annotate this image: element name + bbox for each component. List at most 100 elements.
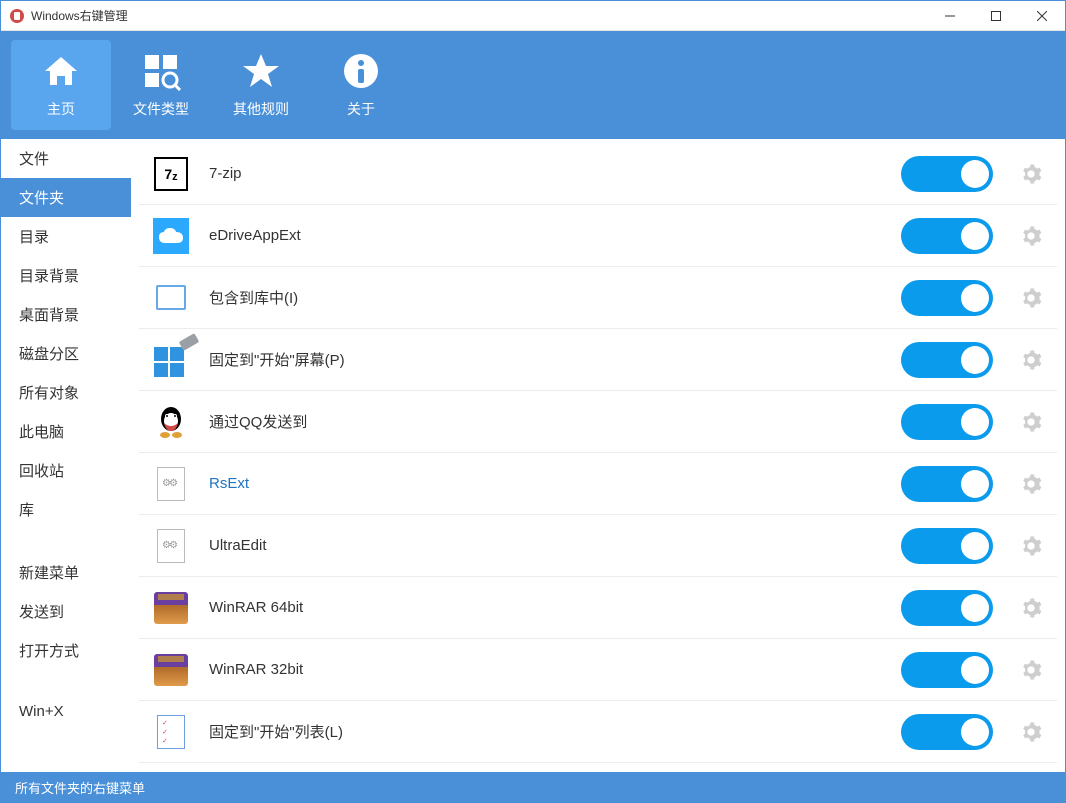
7zip-icon: 7z	[154, 157, 188, 191]
sidebar-item-label: Win+X	[19, 703, 64, 720]
enable-toggle[interactable]	[901, 466, 993, 502]
sidebar-item-label: 所有对象	[19, 385, 79, 402]
enable-toggle[interactable]	[901, 342, 993, 378]
settings-gear-icon[interactable]	[1019, 596, 1043, 620]
settings-gear-icon[interactable]	[1019, 286, 1043, 310]
sidebar-item-label: 回收站	[19, 463, 64, 480]
item-icon-wrap	[153, 466, 189, 502]
list-item: 固定到"开始"列表(L)	[139, 701, 1057, 763]
list-item: WinRAR 64bit	[139, 577, 1057, 639]
item-label: eDriveAppExt	[209, 227, 901, 244]
sidebar-item-file[interactable]: 文件	[1, 139, 131, 178]
item-list[interactable]: 7z 7-zip eDriveAppExt 包含到库中(I) 固定到"开始"屏幕(P) 通…	[131, 139, 1065, 772]
sidebar-item-all-objects[interactable]: 所有对象	[1, 373, 131, 412]
maximize-button[interactable]	[973, 1, 1019, 31]
status-bar: 所有文件夹的右键菜单	[1, 772, 1065, 802]
nav-about-label: 关于	[347, 99, 375, 119]
item-icon-wrap	[153, 590, 189, 626]
settings-gear-icon[interactable]	[1019, 534, 1043, 558]
enable-toggle[interactable]	[901, 652, 993, 688]
qq-icon	[154, 405, 188, 439]
settings-gear-icon[interactable]	[1019, 348, 1043, 372]
app-window: Windows右键管理 主页	[0, 0, 1066, 803]
enable-toggle[interactable]	[901, 590, 993, 626]
item-icon-wrap: 7z	[153, 156, 189, 192]
sidebar-item-winx[interactable]: Win+X	[1, 694, 131, 729]
item-label: RsExt	[209, 475, 901, 492]
window-title: Windows右键管理	[31, 7, 927, 24]
sidebar-item-label: 文件	[19, 151, 49, 168]
close-button[interactable]	[1019, 1, 1065, 31]
pin-start-icon	[154, 343, 188, 377]
list-item: eDriveAppExt	[139, 205, 1057, 267]
checklist-icon	[157, 715, 185, 749]
nav-home-label: 主页	[47, 99, 75, 119]
toggle-knob	[961, 656, 989, 684]
star-icon	[241, 51, 281, 91]
settings-gear-icon[interactable]	[1019, 658, 1043, 682]
sidebar-item-directory[interactable]: 目录	[1, 217, 131, 256]
item-label: WinRAR 32bit	[209, 661, 901, 678]
settings-gear-icon[interactable]	[1019, 472, 1043, 496]
dll-icon	[157, 467, 185, 501]
nav-home[interactable]: 主页	[11, 40, 111, 130]
nav-file-types-label: 文件类型	[133, 99, 189, 119]
toggle-knob	[961, 408, 989, 436]
toggle-knob	[961, 284, 989, 312]
sidebar-item-label: 新建菜单	[19, 565, 79, 582]
toggle-knob	[961, 346, 989, 374]
sidebar-item-library[interactable]: 库	[1, 490, 131, 529]
toggle-knob	[961, 222, 989, 250]
sidebar-item-open-with[interactable]: 打开方式	[1, 631, 131, 670]
grid-search-icon	[141, 51, 181, 91]
nav-about[interactable]: 关于	[311, 40, 411, 130]
list-item: 包含到库中(I)	[139, 267, 1057, 329]
toggle-knob	[961, 160, 989, 188]
app-icon	[9, 8, 25, 24]
item-label: 7-zip	[209, 165, 901, 182]
settings-gear-icon[interactable]	[1019, 410, 1043, 434]
item-icon-wrap	[153, 404, 189, 440]
item-label: WinRAR 64bit	[209, 599, 901, 616]
sidebar-item-desktop-bg[interactable]: 桌面背景	[1, 295, 131, 334]
body: 文件 文件夹 目录 目录背景 桌面背景 磁盘分区 所有对象 此电脑 回收站 库 …	[1, 139, 1065, 772]
nav-other-rules-label: 其他规则	[233, 99, 289, 119]
item-icon-wrap	[153, 280, 189, 316]
item-icon-wrap	[153, 714, 189, 750]
enable-toggle[interactable]	[901, 528, 993, 564]
minimize-button[interactable]	[927, 1, 973, 31]
sidebar-item-new-menu[interactable]: 新建菜单	[1, 553, 131, 592]
toggle-knob	[961, 718, 989, 746]
settings-gear-icon[interactable]	[1019, 720, 1043, 744]
library-icon	[156, 285, 186, 310]
sidebar-item-this-pc[interactable]: 此电脑	[1, 412, 131, 451]
sidebar-item-label: 文件夹	[19, 190, 64, 207]
status-text: 所有文件夹的右键菜单	[15, 778, 145, 797]
enable-toggle[interactable]	[901, 280, 993, 316]
enable-toggle[interactable]	[901, 404, 993, 440]
item-label: 包含到库中(I)	[209, 287, 901, 308]
sidebar-item-directory-bg[interactable]: 目录背景	[1, 256, 131, 295]
list-item: UltraEdit	[139, 515, 1057, 577]
settings-gear-icon[interactable]	[1019, 224, 1043, 248]
enable-toggle[interactable]	[901, 218, 993, 254]
home-icon	[41, 51, 81, 91]
item-icon-wrap	[153, 528, 189, 564]
sidebar-item-recycle-bin[interactable]: 回收站	[1, 451, 131, 490]
item-label: 固定到"开始"屏幕(P)	[209, 349, 901, 370]
enable-toggle[interactable]	[901, 156, 993, 192]
nav-file-types[interactable]: 文件类型	[111, 40, 211, 130]
sidebar-item-send-to[interactable]: 发送到	[1, 592, 131, 631]
sidebar-item-label: 桌面背景	[19, 307, 79, 324]
settings-gear-icon[interactable]	[1019, 162, 1043, 186]
enable-toggle[interactable]	[901, 714, 993, 750]
top-nav: 主页 文件类型 其他规则 关于	[1, 31, 1065, 139]
list-item: 通过QQ发送到	[139, 391, 1057, 453]
toggle-knob	[961, 532, 989, 560]
sidebar-item-folder[interactable]: 文件夹	[1, 178, 131, 217]
sidebar-item-label: 打开方式	[19, 643, 79, 660]
info-icon	[341, 51, 381, 91]
item-icon-wrap	[153, 342, 189, 378]
sidebar-item-disk-partition[interactable]: 磁盘分区	[1, 334, 131, 373]
nav-other-rules[interactable]: 其他规则	[211, 40, 311, 130]
